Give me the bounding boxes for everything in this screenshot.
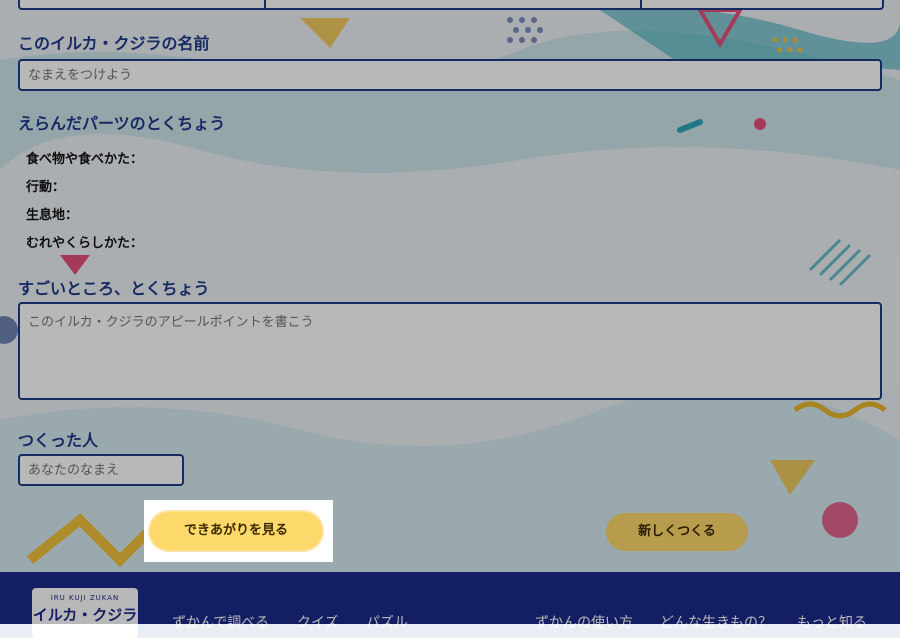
tutorial-spotlight: できあがりを見る <box>144 500 333 562</box>
overlay-dim <box>0 0 900 624</box>
view-result-button[interactable]: できあがりを見る <box>150 512 322 550</box>
